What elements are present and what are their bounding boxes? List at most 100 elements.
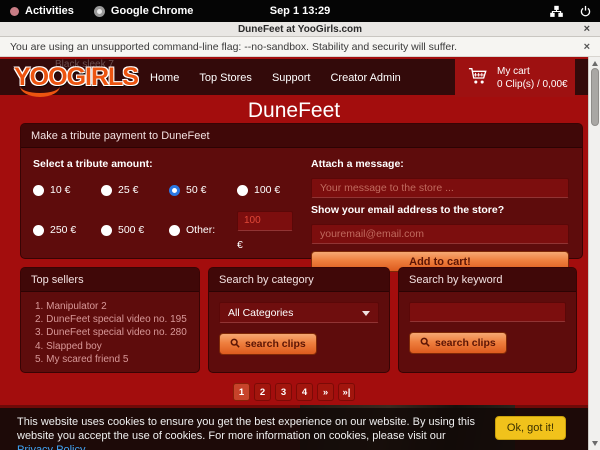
pagination-button-x[interactable]: »| [338, 383, 355, 401]
amount-option-100[interactable]: 100 € [237, 184, 301, 196]
amount-option-other[interactable]: Other: [169, 210, 237, 251]
search-keyword-button-label: search clips [435, 337, 496, 349]
radio-icon[interactable] [33, 225, 44, 236]
amount-option-label: 100 € [254, 184, 280, 196]
pagination: 1234»»| [0, 383, 588, 401]
scroll-down-icon[interactable] [592, 441, 598, 446]
window-title-bar: DuneFeet at YooGirls.com × [0, 22, 600, 37]
other-amount-input[interactable] [237, 211, 293, 231]
amount-option-label: Other: [186, 224, 215, 236]
email-input[interactable] [311, 224, 569, 244]
logo-smile-icon [20, 86, 60, 97]
scroll-up-icon[interactable] [592, 61, 598, 66]
cookie-text: This website uses cookies to ensure you … [17, 415, 482, 450]
activities-button[interactable]: Activities [0, 0, 84, 22]
email-label: Show your email address to the store? [311, 204, 569, 216]
window-title: DuneFeet at YooGirls.com [238, 24, 362, 35]
main-nav: Home Top Stores Support Creator Admin [150, 59, 401, 97]
amount-option-label: 10 € [50, 184, 70, 196]
top-sellers-title: Top sellers [21, 268, 199, 292]
privacy-policy-link[interactable]: Privacy Policy [17, 444, 85, 450]
warning-close-icon[interactable]: × [584, 41, 590, 53]
cart-text: My cart 0 Clip(s) / 0,00€ [497, 65, 568, 92]
pagination-button-2[interactable]: 2 [254, 383, 271, 401]
webpage: YOOGIRLS HomeTop StoresSupportCreator Ad… [0, 57, 588, 450]
amount-grid: 10 € 25 € 50 € 100 € 250 € 500 € Other: € [33, 184, 301, 251]
cookie-banner: This website uses cookies to ensure you … [0, 408, 588, 450]
search-keyword-button[interactable]: search clips [409, 332, 507, 354]
tribute-message-section: Attach a message: Show your email addres… [311, 158, 569, 272]
page-title: DuneFeet [0, 99, 588, 123]
message-label: Attach a message: [311, 158, 569, 170]
radio-icon[interactable] [33, 185, 44, 196]
search-category-button-label: search clips [245, 338, 306, 350]
system-top-bar: Activities Google Chrome Sep 1 13:29 [0, 0, 600, 22]
cookie-accept-button[interactable]: Ok, got it! [495, 416, 566, 440]
pagination-button-4[interactable]: 4 [296, 383, 313, 401]
chevron-down-icon [362, 311, 370, 316]
top-seller-link[interactable]: 2. DuneFeet special video no. 195 T [35, 313, 189, 326]
top-seller-link[interactable]: 1. Manipulator 2 [35, 300, 189, 313]
radio-icon[interactable] [237, 185, 248, 196]
other-amount-cell: € [237, 210, 301, 251]
page-scrollbar[interactable] [588, 57, 600, 450]
chrome-icon [94, 6, 105, 17]
top-sellers-panel: Top sellers 1. Manipulator 22. DuneFeet … [20, 267, 200, 373]
nav-item-home[interactable]: Home [150, 72, 179, 84]
amount-option-50[interactable]: 50 € [169, 184, 237, 196]
cart-line1: My cart [497, 66, 530, 77]
nav-item-support[interactable]: Support [272, 72, 311, 84]
search-category-panel: Search by category All Categories search… [208, 267, 390, 373]
amount-option-25[interactable]: 25 € [101, 184, 169, 196]
radio-selected-icon[interactable] [169, 185, 180, 196]
top-seller-link[interactable]: 5. My scared friend 5 [35, 353, 189, 366]
top-sellers-list: 1. Manipulator 22. DuneFeet special vide… [21, 292, 199, 366]
radio-icon[interactable] [101, 225, 112, 236]
category-select[interactable]: All Categories [219, 302, 379, 323]
top-seller-link[interactable]: 3. DuneFeet special video no. 280 F [35, 326, 189, 339]
currency-label: € [237, 239, 301, 251]
top-seller-link[interactable]: 4. Slapped boy [35, 340, 189, 353]
search-category-button[interactable]: search clips [219, 333, 317, 355]
desktop-screen: Activities Google Chrome Sep 1 13:29 Dun… [0, 0, 600, 450]
clock[interactable]: Sep 1 13:29 [270, 5, 331, 17]
amount-label: Select a tribute amount: [33, 158, 301, 170]
radio-icon[interactable] [169, 225, 180, 236]
search-keyword-panel: Search by keyword search clips [398, 267, 577, 373]
amount-option-label: 50 € [186, 184, 206, 196]
pagination-button-3[interactable]: 3 [275, 383, 292, 401]
tribute-panel: Make a tribute payment to DuneFeet Selec… [20, 123, 583, 259]
cookie-text-body: This website uses cookies to ensure you … [17, 416, 475, 442]
amount-option-250[interactable]: 250 € [33, 210, 101, 251]
chrome-warning-bar: You are using an unsupported command-lin… [0, 37, 600, 57]
app-menu-label: Google Chrome [111, 5, 194, 17]
browser-viewport: YOOGIRLS HomeTop StoresSupportCreator Ad… [0, 57, 600, 450]
cart-icon [467, 66, 489, 91]
search-keyword-title: Search by keyword [399, 268, 576, 292]
amount-option-label: 25 € [118, 184, 138, 196]
warning-text: You are using an unsupported command-lin… [10, 41, 457, 53]
radio-icon[interactable] [101, 185, 112, 196]
network-icon[interactable] [550, 5, 563, 18]
power-icon[interactable] [579, 5, 592, 18]
amount-option-500[interactable]: 500 € [101, 210, 169, 251]
background-ghost-text: Black sleek 7 [55, 59, 114, 70]
activities-dot-icon [10, 7, 19, 16]
pagination-button-1[interactable]: 1 [233, 383, 250, 401]
message-input[interactable] [311, 178, 569, 198]
keyword-input[interactable] [409, 302, 566, 322]
amount-option-label: 250 € [50, 224, 76, 236]
nav-item-creator-admin[interactable]: Creator Admin [330, 72, 400, 84]
amount-option-label: 500 € [118, 224, 144, 236]
app-menu-button[interactable]: Google Chrome [84, 0, 204, 22]
search-category-title: Search by category [209, 268, 389, 292]
cart-button[interactable]: My cart 0 Clip(s) / 0,00€ [455, 59, 575, 97]
pagination-button-x[interactable]: » [317, 383, 334, 401]
window-close-icon[interactable]: × [584, 23, 590, 35]
amount-option-10[interactable]: 10 € [33, 184, 101, 196]
scrollbar-thumb[interactable] [591, 68, 599, 126]
category-select-value: All Categories [228, 307, 293, 319]
nav-item-top-stores[interactable]: Top Stores [199, 72, 252, 84]
activities-label: Activities [25, 5, 74, 17]
tribute-amount-section: Select a tribute amount: 10 € 25 € 50 € 100… [33, 158, 301, 251]
